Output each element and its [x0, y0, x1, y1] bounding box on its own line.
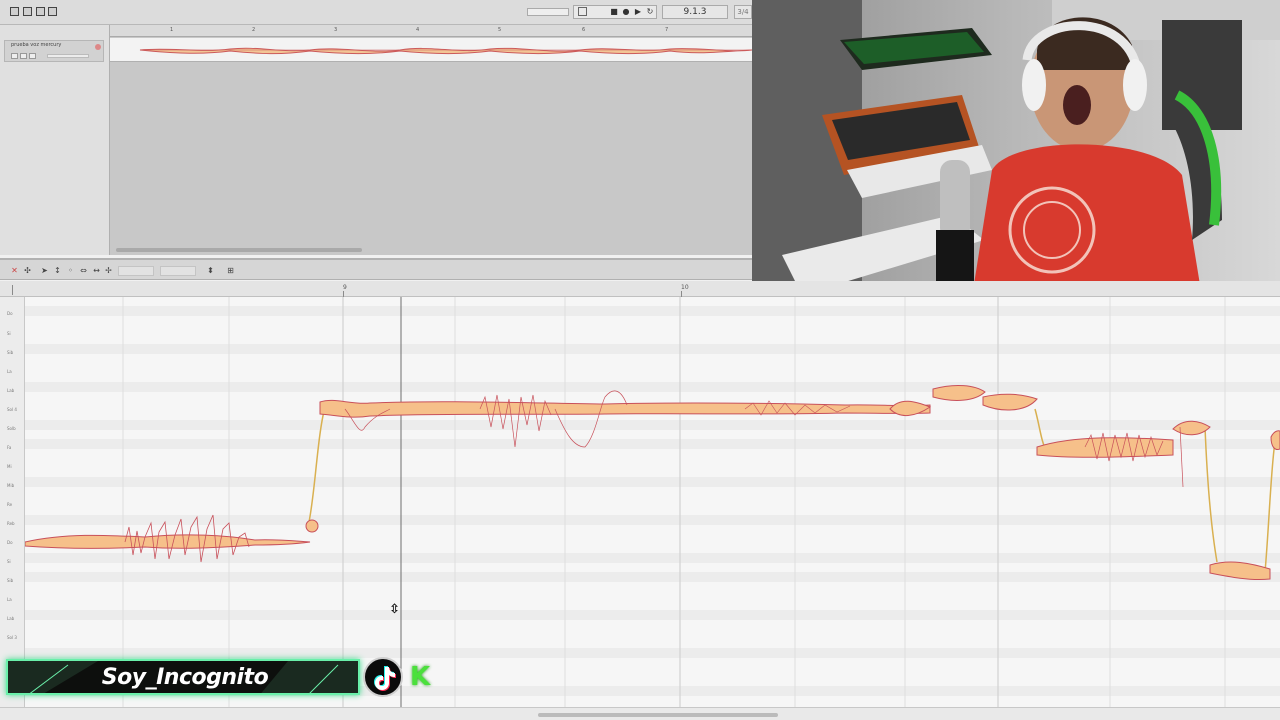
- pitch-label: Sol 3: [7, 635, 17, 640]
- pitch-label: Do: [7, 540, 13, 545]
- volume-slider[interactable]: [47, 54, 89, 58]
- pitch-label: Lab: [7, 388, 15, 393]
- pitch-label: Fa: [7, 445, 12, 450]
- webcam-image: [752, 0, 1280, 297]
- record-arm-button[interactable]: [29, 53, 36, 59]
- tiktok-icon: [363, 657, 403, 697]
- arrange-ruler[interactable]: 1 2 3 4 5 6 7: [110, 25, 752, 37]
- close-editor-icon[interactable]: ✕: [10, 266, 19, 275]
- play-icon[interactable]: ▶: [634, 8, 642, 16]
- cycle-icon[interactable]: ↻: [646, 8, 654, 16]
- track-record-icon[interactable]: [95, 44, 101, 50]
- record-icon[interactable]: ●: [622, 8, 630, 16]
- pitch-label: La: [7, 369, 12, 374]
- separation-tool-icon[interactable]: ✢: [104, 266, 113, 275]
- formant-tool-icon[interactable]: ◦: [66, 266, 75, 275]
- amplitude-tool-icon[interactable]: ⇔: [79, 266, 88, 275]
- playhead-marker-icon[interactable]: [12, 285, 13, 295]
- pitch-label: Mib: [7, 483, 15, 488]
- pitch-label: Si: [7, 559, 11, 564]
- bar-number: 3: [334, 27, 338, 33]
- tool-icon[interactable]: [36, 7, 45, 16]
- pitch-ruler[interactable]: Do Si Sib La Lab Sol 4 Solb Fa Mi Mib Re…: [0, 297, 25, 707]
- transport-controls: ■ ● ▶ ↻: [573, 5, 657, 19]
- editor-toolbar: ✕ ✣ ➤ ↕ ◦ ⇔ ↔ ✢ ⬍ ⊞: [0, 258, 752, 280]
- track-header[interactable]: prueba voz mercury: [4, 40, 104, 62]
- quantize-icon[interactable]: ⊞: [226, 266, 235, 275]
- bar-number: 7: [665, 27, 669, 33]
- pitch-label: Solb: [7, 426, 16, 431]
- pitch-label: Reb: [7, 521, 15, 526]
- bar-number: 2: [252, 27, 256, 33]
- timing-macro-field[interactable]: [160, 266, 196, 276]
- tool-selector-icon[interactable]: ✣: [23, 266, 32, 275]
- track-name: prueba voz mercury: [11, 42, 62, 48]
- arrange-scrollbar[interactable]: [116, 248, 362, 252]
- pitch-macro-field[interactable]: [118, 266, 154, 276]
- arrange-window: 1 2 3 4 5 6 7: [110, 25, 753, 255]
- bar-number: 1: [170, 27, 174, 33]
- solo-button[interactable]: [20, 53, 27, 59]
- editor-ruler[interactable]: 9 10: [0, 281, 1280, 297]
- track-header-panel: prueba voz mercury: [0, 25, 110, 255]
- mute-button[interactable]: [11, 53, 18, 59]
- bar-number: 10: [681, 284, 689, 291]
- pitch-label: Do: [7, 311, 13, 316]
- position-display[interactable]: 9.1.3: [662, 5, 728, 19]
- time-signature-display[interactable]: 3/4: [734, 5, 752, 19]
- pitch-label: Mi: [7, 464, 12, 469]
- loop-icon[interactable]: [578, 7, 587, 16]
- webcam-feed: [752, 0, 1280, 297]
- note-editor-grid[interactable]: [24, 297, 1280, 707]
- browser-icon[interactable]: [48, 7, 57, 16]
- pitch-label: La: [7, 597, 12, 602]
- pointer-tool-icon[interactable]: ➤: [40, 266, 49, 275]
- mixer-icon[interactable]: [23, 7, 32, 16]
- pitch-label: Sib: [7, 578, 14, 583]
- pitch-cursor-icon: ⇳: [389, 602, 400, 617]
- audio-clip-waveform: [139, 47, 753, 55]
- note-grid-canvas: [24, 297, 1280, 707]
- bar-number: 5: [498, 27, 502, 33]
- screen: ■ ● ▶ ↻ 9.1.3 3/4 prueba voz mercury 1 2…: [0, 0, 1280, 720]
- bar-number: 9: [343, 284, 347, 291]
- channel-name: Soy_Incognito: [101, 665, 269, 690]
- scrollbar-thumb[interactable]: [538, 713, 778, 717]
- bar-number: 4: [416, 27, 420, 33]
- pitch-tool-icon[interactable]: ↕: [53, 266, 62, 275]
- brand-badge: K: [410, 662, 431, 692]
- channel-name-tag: Soy_Incognito: [6, 659, 360, 695]
- audio-clip[interactable]: [110, 38, 753, 62]
- pitch-label: Sol 4: [7, 407, 17, 412]
- bar-number: 6: [582, 27, 586, 33]
- pitch-label: Re: [7, 502, 13, 507]
- pitch-label: Si: [7, 331, 11, 336]
- tiktok-logo: [374, 666, 396, 691]
- stop-icon[interactable]: ■: [610, 8, 618, 16]
- pitch-label: Sib: [7, 350, 14, 355]
- scale-snap-icon[interactable]: ⬍: [206, 266, 215, 275]
- edit-icon[interactable]: [10, 7, 19, 16]
- timing-tool-icon[interactable]: ↔: [92, 266, 101, 275]
- top-toolbar: ■ ● ▶ ↻ 9.1.3 3/4: [0, 0, 752, 25]
- editor-horizontal-scrollbar[interactable]: [0, 707, 1280, 720]
- pitch-label: Lab: [7, 616, 15, 621]
- tempo-slider[interactable]: [527, 8, 569, 16]
